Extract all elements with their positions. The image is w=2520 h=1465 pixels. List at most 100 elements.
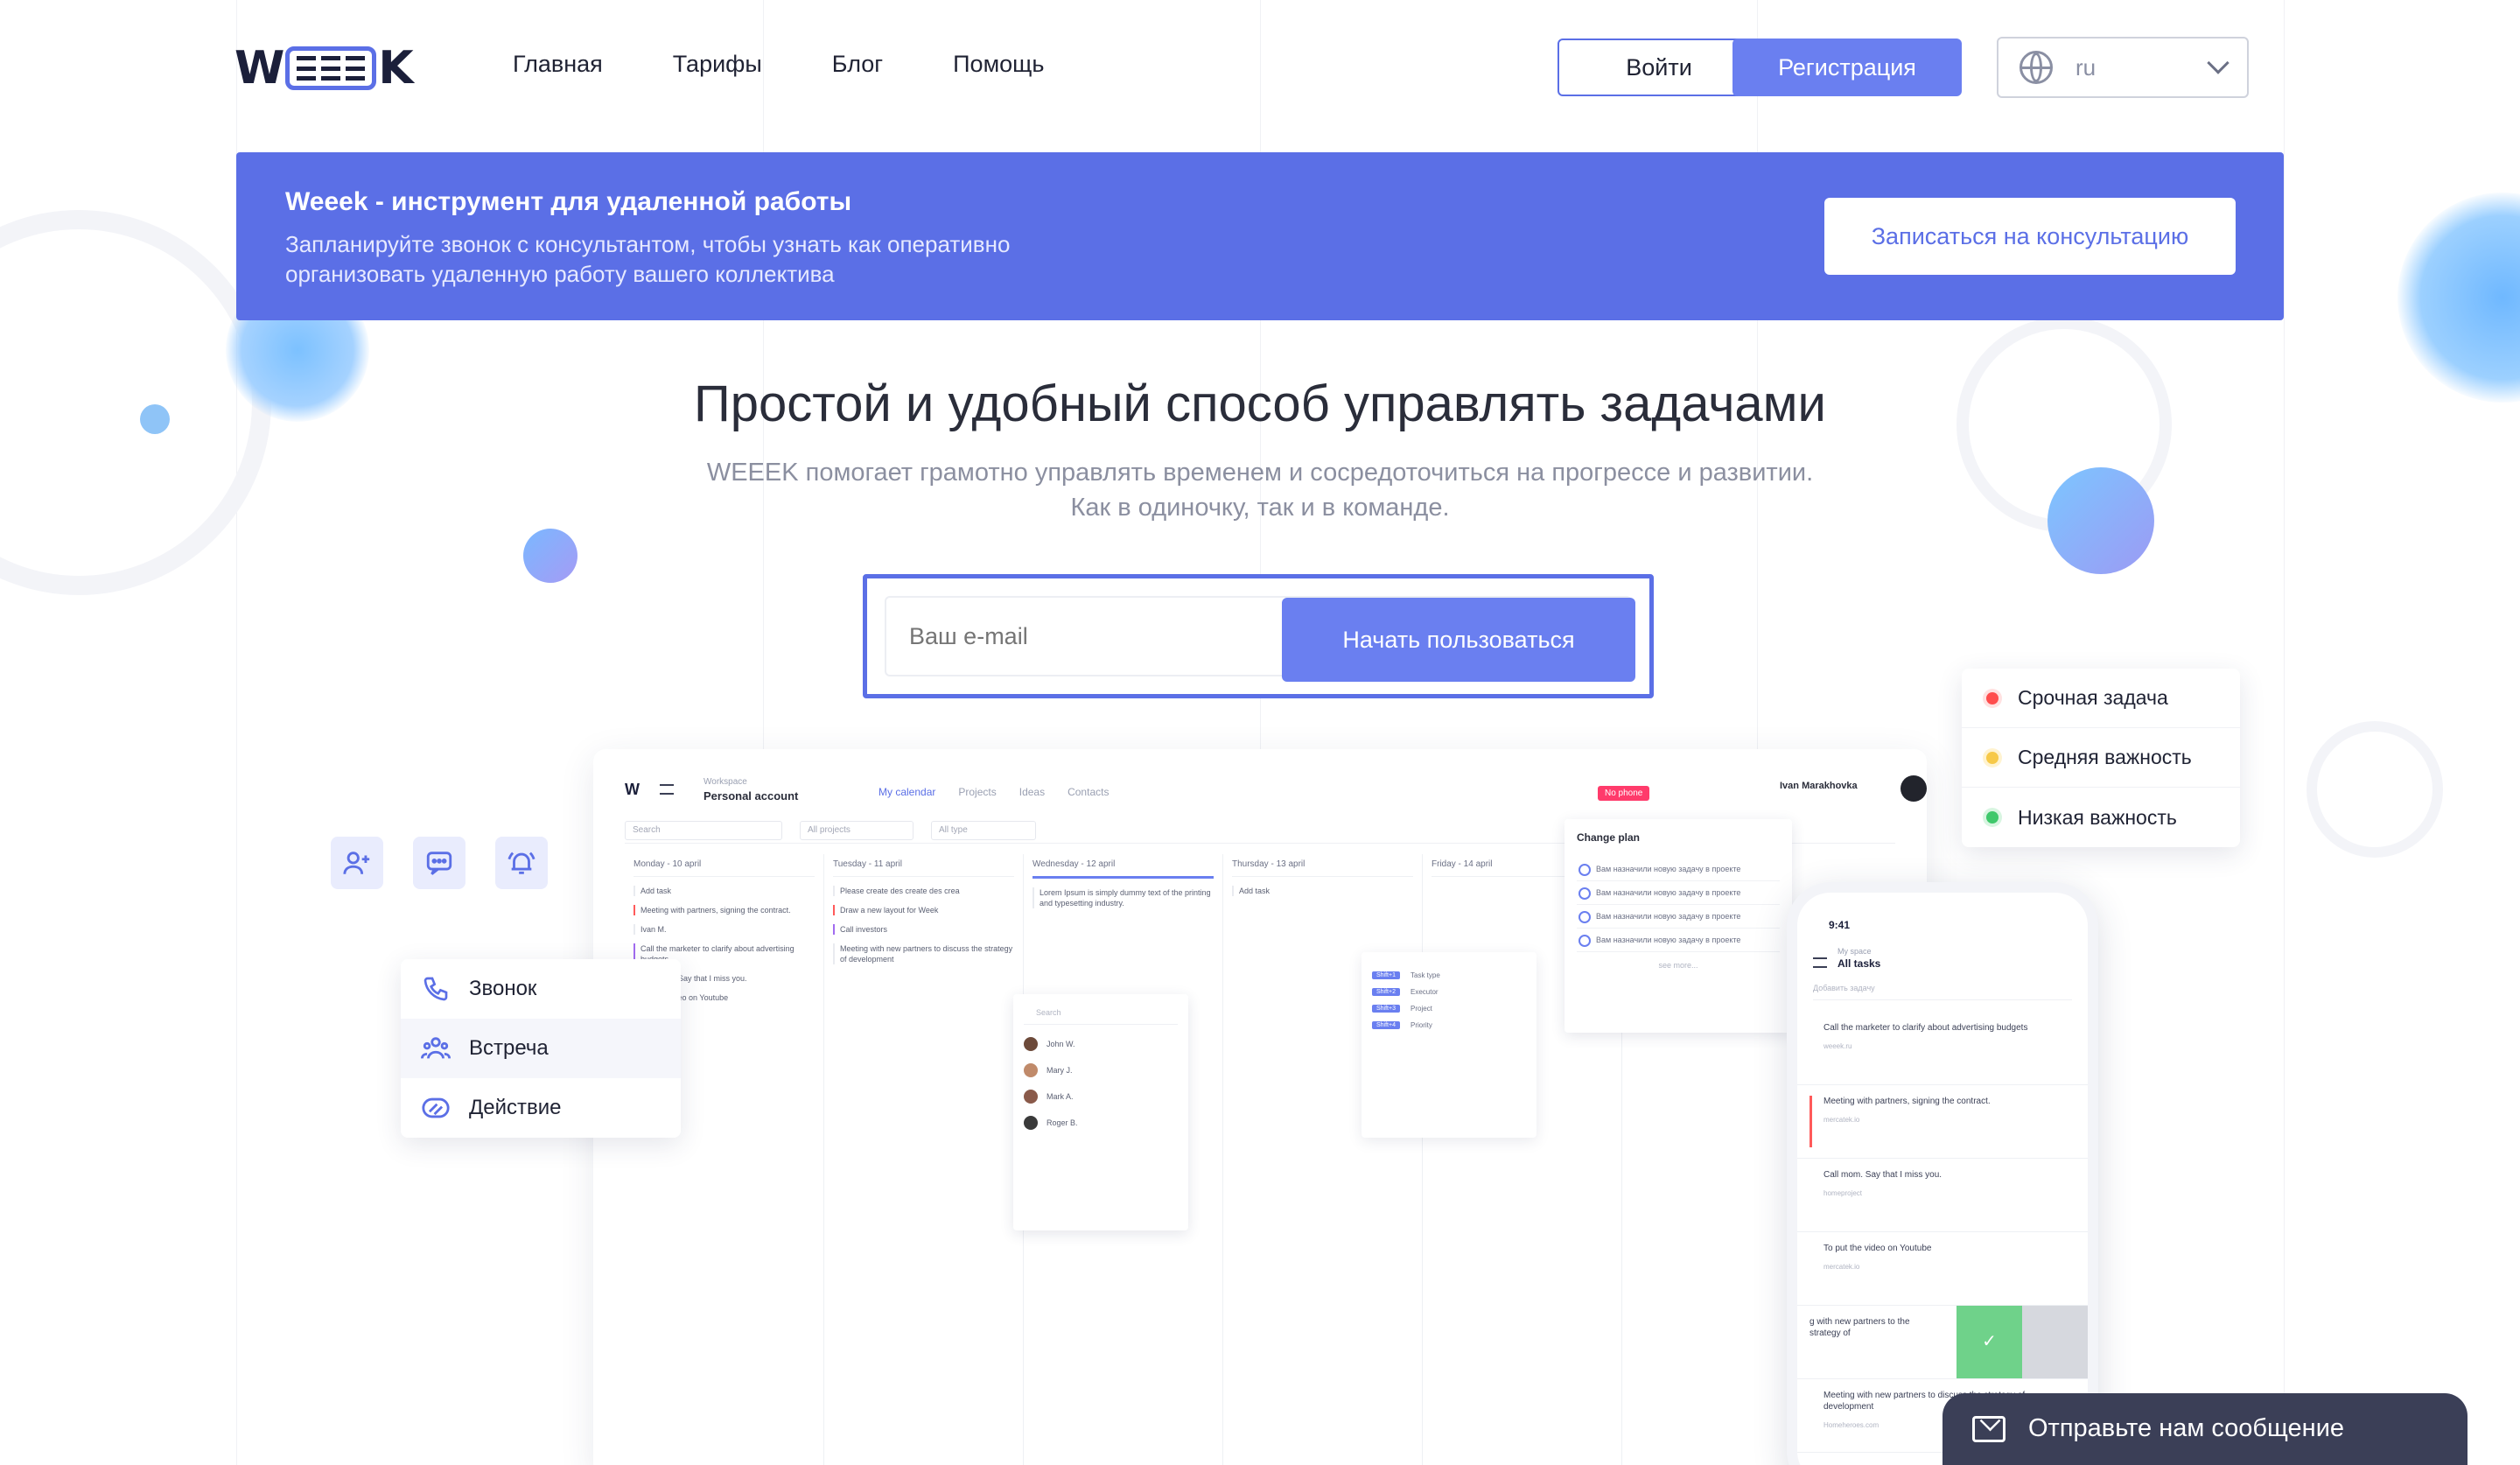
app-tab: My calendar [878, 786, 936, 798]
app-topbar: W Workspace Personal account My calendar… [625, 775, 1927, 814]
phone-preview: 9:41 My space All tasks Добавить задачу … [1787, 882, 2098, 1465]
signup-form: Начать пользоваться [863, 574, 1654, 698]
task-card: Add task [634, 886, 815, 896]
logo-wordmark: WK [234, 42, 414, 95]
task-card: Lorem Ipsum is simply dummy text of the … [1032, 887, 1214, 908]
urgent-dot-icon [1986, 691, 1998, 704]
avatar [1900, 775, 1927, 802]
task-card: Add task [1232, 886, 1413, 896]
column-day: Thursday - 13 april [1232, 859, 1413, 877]
language-select[interactable]: ru [1997, 37, 2249, 98]
avatar [1024, 1116, 1038, 1130]
phone-task-list: Call the marketer to clarify about adver… [1797, 1012, 2088, 1453]
property-tag: Shift+4 [1372, 1021, 1400, 1029]
low-dot-icon [1986, 811, 1998, 824]
app-user-name: Ivan Marakhovka [1780, 781, 1858, 791]
nav-home[interactable]: Главная [513, 51, 603, 78]
phone-space: My space [1838, 947, 1872, 956]
banner-title: Weeek - инструмент для удаленной работы [285, 187, 852, 216]
phone-task-text: Call mom. Say that I miss you. [1824, 1170, 1942, 1180]
feature-icons [331, 837, 548, 889]
menu-item-meeting[interactable]: Встреча [401, 1019, 681, 1078]
weeek-logo[interactable]: WK [234, 42, 414, 95]
calendar-column: Tuesday - 11 april Please create des cre… [824, 854, 1024, 1465]
nav-help[interactable]: Помощь [953, 51, 1044, 78]
phone-task-project: homeproject [1824, 1189, 1863, 1197]
task-card: Meeting with new partners to discuss the… [833, 943, 1014, 964]
notification-item: Вам назначили новую задачу в проекте [1577, 881, 1780, 905]
phone-icon [420, 973, 452, 1005]
email-input[interactable] [909, 598, 1277, 675]
task-card: Draw a new layout for Week [833, 905, 1014, 915]
login-button[interactable]: Войти [1558, 39, 1760, 96]
change-plan-panel: Change plan Вам назначили новую задачу в… [1564, 819, 1792, 1033]
phone-task-text: To put the video on Youtube [1824, 1244, 1932, 1253]
chat-widget[interactable]: Отправьте нам сообщение [1942, 1393, 2468, 1465]
task-property: Shift+4 Priority [1372, 1021, 1526, 1029]
property-label: Project [1410, 1005, 1432, 1013]
menu-item-call[interactable]: Звонок [401, 959, 681, 1019]
swipe-actions: ✓ [1956, 1306, 2088, 1378]
assignee-dropdown: Search John W. Mary J. Mark A. Roger B. [1013, 994, 1188, 1230]
phone-title: All tasks [1838, 957, 1881, 970]
assignee-search: Search [1024, 1005, 1178, 1025]
task-card: Ivan M. [634, 924, 815, 935]
calendar-column: Thursday - 13 april Add task [1223, 854, 1423, 1465]
assignee-name: Mark A. [1046, 1092, 1074, 1101]
assignee-item: Mark A. [1024, 1090, 1178, 1104]
decor-blob [2398, 193, 2520, 403]
task-card: Meeting with partners, signing the contr… [634, 905, 815, 915]
people-icon [420, 1033, 452, 1064]
consultation-button[interactable]: Записаться на консультацию [1824, 198, 2236, 275]
priority-label: Срочная задача [2018, 686, 2168, 709]
menu-item-label: Встреча [469, 1036, 549, 1060]
phone-task-project: mercatek.io [1824, 1263, 1860, 1271]
priority-legend: Срочная задача Средняя важность Низкая в… [1962, 669, 2240, 847]
envelope-icon [1972, 1416, 2006, 1442]
check-icon: ✓ [1956, 1306, 2022, 1378]
app-logo: W [625, 781, 640, 798]
register-button[interactable]: Регистрация [1732, 39, 1962, 96]
app-tab: Ideas [1018, 786, 1046, 798]
menu-item-action[interactable]: Действие [401, 1078, 681, 1138]
task-properties: Shift+1 Task type Shift+2 Executor Shift+3… [1362, 952, 1536, 1138]
column-day: Wednesday - 12 april [1032, 859, 1214, 879]
action-icon [420, 1092, 452, 1124]
language-value: ru [2076, 53, 2096, 81]
medium-dot-icon [1986, 751, 1998, 764]
bell-icon [495, 837, 548, 889]
decor-ring [2306, 721, 2443, 858]
phone-task-project: mercatek.io [1824, 1116, 1860, 1124]
chevron-down-icon [2207, 52, 2230, 74]
nav-pricing[interactable]: Тарифы [673, 51, 762, 78]
calendar-column: Monday - 10 april Add task Meeting with … [625, 854, 824, 1465]
phone-task: To put the video on Youtube mercatek.io [1797, 1232, 2088, 1306]
hero-subtitle: WEEEK помогает грамотно управлять времен… [0, 455, 2520, 525]
phone-task: Call the marketer to clarify about adver… [1797, 1012, 2088, 1085]
nav-blog[interactable]: Блог [832, 51, 883, 78]
menu-item-label: Действие [469, 1096, 562, 1119]
menu-icon [1813, 957, 1827, 968]
menu-item-label: Звонок [469, 977, 537, 1000]
avatar [1024, 1037, 1038, 1051]
avatar [1024, 1063, 1038, 1077]
notification-item: Вам назначили новую задачу в проекте [1577, 929, 1780, 952]
change-plan-title: Change plan [1577, 831, 1641, 844]
priority-urgent: Срочная задача [1962, 669, 2240, 728]
trash-icon [2022, 1306, 2088, 1378]
column-day: Monday - 10 april [634, 859, 815, 877]
task-card: Please create des create des crea [833, 886, 1014, 896]
hero-title: Простой и удобный способ управлять задач… [694, 375, 1826, 432]
hero-subtitle-line: Как в одиночку, так и в команде. [1070, 494, 1450, 522]
property-tag: Shift+3 [1372, 1005, 1400, 1013]
task-property: Shift+2 Executor [1372, 988, 1526, 996]
workspace-label: Workspace [704, 777, 747, 787]
start-button[interactable]: Начать пользоваться [1282, 598, 1635, 682]
avatar [1024, 1090, 1038, 1104]
priority-label: Низкая важность [2018, 805, 2177, 829]
app-filter-chip: All type [931, 821, 1036, 840]
phone-task-text: Call the marketer to clarify about adver… [1824, 1023, 2028, 1033]
priority-medium: Средняя важность [1962, 728, 2240, 788]
phone-task: Call mom. Say that I miss you. homeproje… [1797, 1159, 2088, 1232]
globe-icon [2020, 51, 2053, 84]
